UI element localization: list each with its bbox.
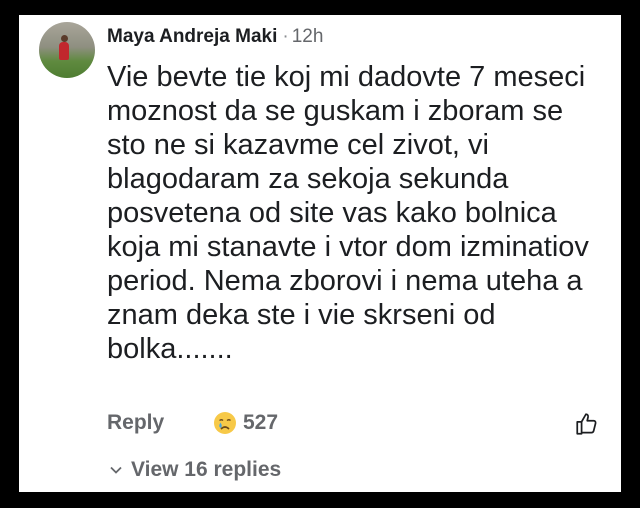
reaction-count[interactable]: 527 — [243, 411, 278, 435]
view-replies-button[interactable]: View 16 replies — [109, 458, 281, 482]
avatar[interactable] — [39, 22, 95, 78]
separator-dot: · — [282, 26, 289, 47]
avatar-head — [61, 35, 68, 42]
comment-text: Vie bevte tie koj mi dadovte 7 meseci mo… — [107, 61, 589, 365]
chevron-down-icon — [110, 466, 122, 474]
crying-face-icon[interactable] — [213, 411, 237, 435]
comment-actions: Reply 527 — [107, 411, 278, 435]
author-name[interactable]: Maya Andreja Maki — [107, 26, 277, 47]
comment-card: Maya Andreja Maki · 12h Vie bevte tie koj … — [19, 15, 621, 492]
timestamp[interactable]: 12h — [292, 26, 324, 47]
thumbs-up-icon[interactable] — [574, 411, 600, 437]
view-replies-label: View 16 replies — [131, 458, 282, 481]
reply-button[interactable]: Reply — [107, 411, 213, 435]
avatar-figure — [59, 42, 69, 60]
comment-header: Maya Andreja Maki · 12h — [107, 25, 323, 49]
